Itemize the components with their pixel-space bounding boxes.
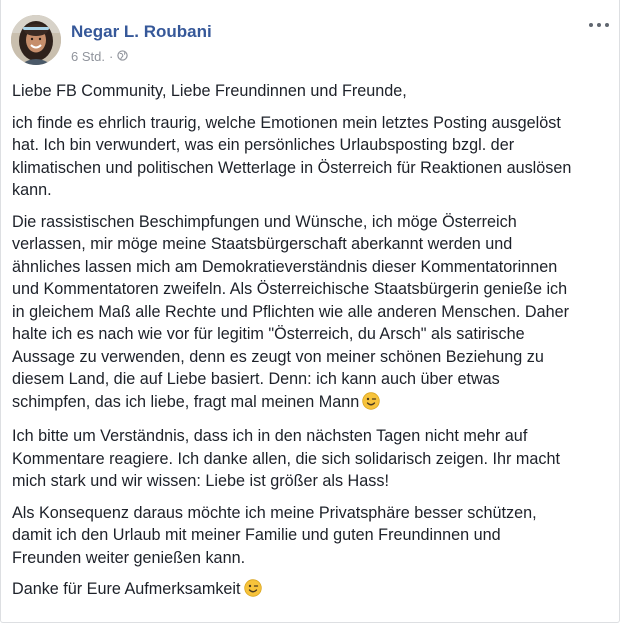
ellipsis-icon[interactable]	[589, 19, 609, 31]
meta-separator: ·	[108, 49, 114, 64]
paragraph-closing: Danke für Eure Aufmerksamkeit	[12, 578, 612, 604]
post-timestamp[interactable]: 6 Std.	[71, 49, 105, 64]
paragraph-greeting: Liebe FB Community, Liebe Freundinnen un…	[12, 82, 407, 100]
wink-emoji-icon	[243, 579, 262, 604]
profile-avatar[interactable]	[11, 15, 61, 65]
paragraph-2-text: Die rassistischen Beschimpfungen und Wün…	[12, 212, 569, 411]
wink-emoji-icon	[362, 391, 381, 417]
paragraph-closing-text: Danke für Eure Aufmerksamkeit	[12, 580, 241, 598]
post-text: Liebe FB Community, Liebe Freundinnen un…	[12, 80, 612, 613]
post-meta: 6 Std. ·	[71, 49, 128, 64]
globe-icon[interactable]	[117, 49, 128, 64]
paragraph-4: Als Konsequenz daraus möchte ich meine P…	[12, 503, 537, 567]
post-header: Negar L. Roubani 6 Std. ·	[11, 15, 611, 71]
paragraph-1: ich finde es ehrlich traurig, welche Emo…	[12, 113, 572, 200]
author-name[interactable]: Negar L. Roubani	[71, 22, 212, 42]
paragraph-2: Die rassistischen Beschimpfungen und Wün…	[12, 211, 612, 417]
post-card: Negar L. Roubani 6 Std. · Liebe FB Commu…	[0, 0, 620, 623]
paragraph-3: Ich bitte um Verständnis, dass ich in de…	[12, 427, 560, 490]
